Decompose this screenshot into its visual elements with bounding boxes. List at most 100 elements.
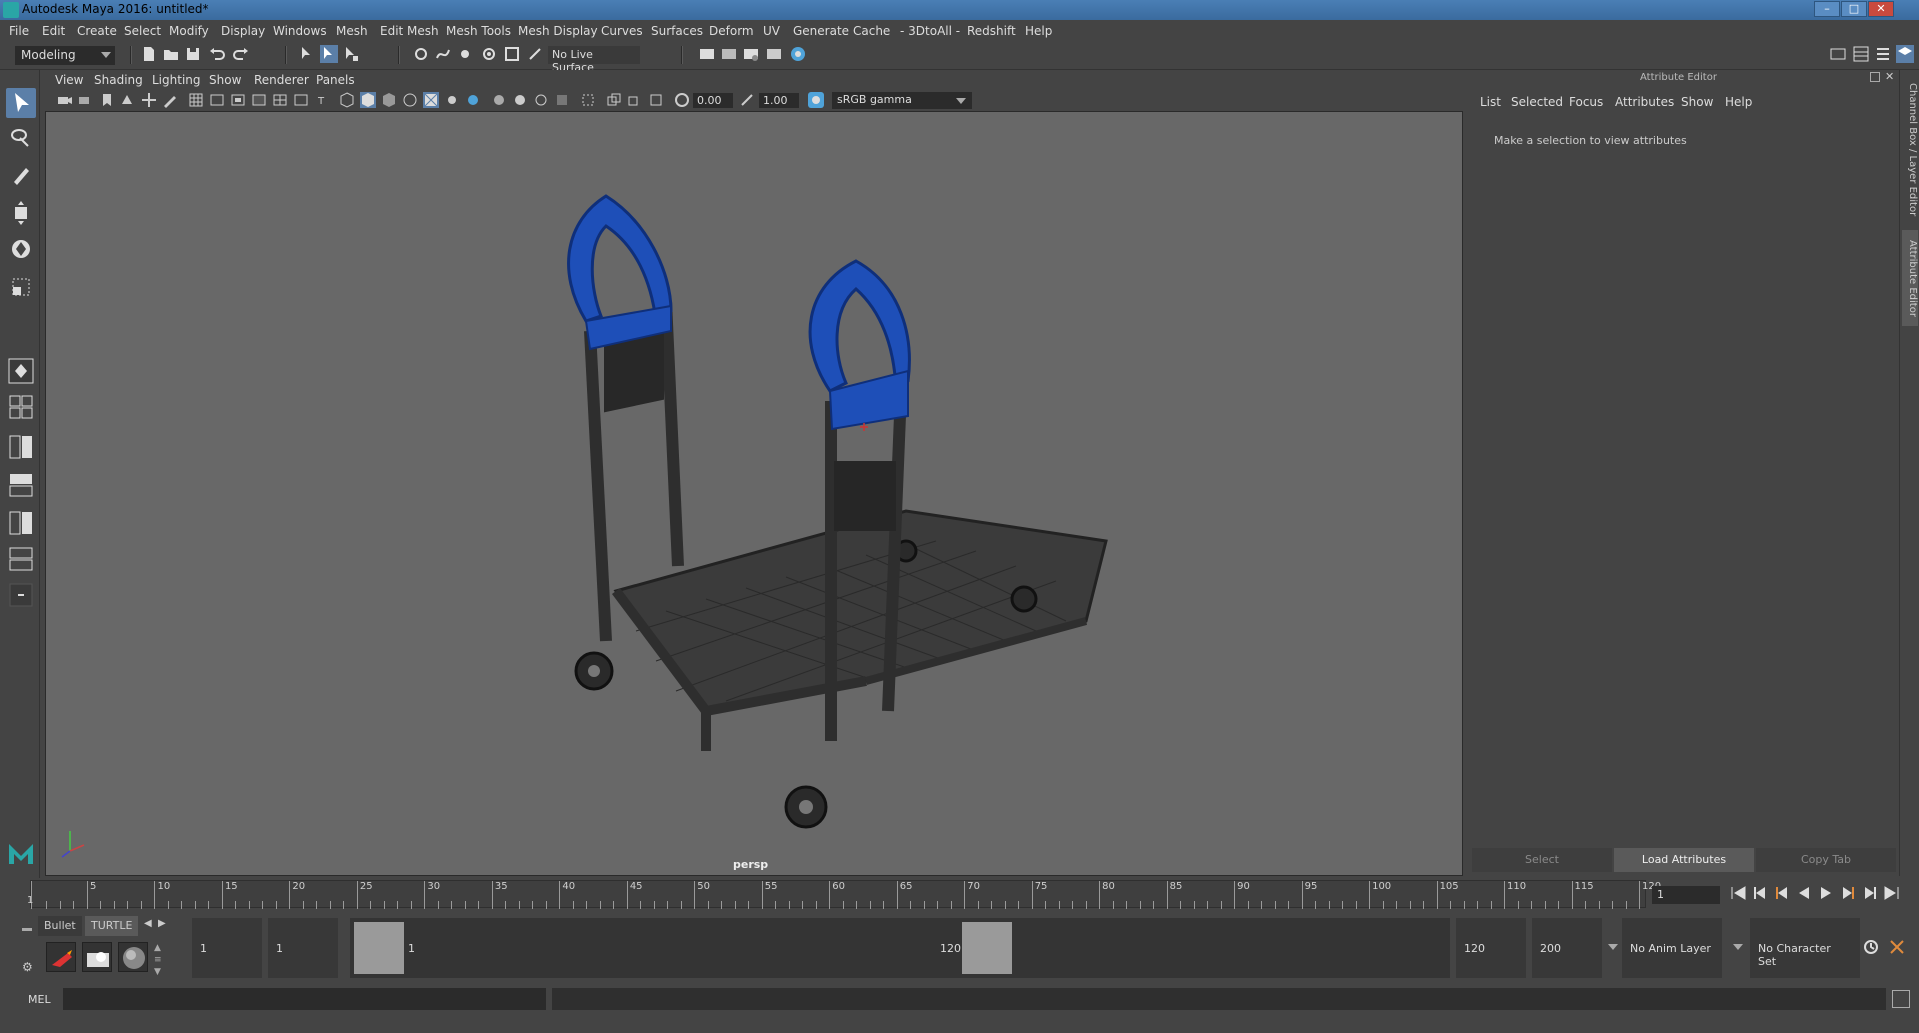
scale-tool-icon[interactable] [6,272,36,302]
gamma-field[interactable]: 1.00 [759,93,799,108]
auto-key-icon[interactable] [1862,938,1880,956]
mode-dropdown[interactable]: Modeling [15,46,115,65]
render-frame-icon[interactable] [698,45,716,63]
character-set-dropdown[interactable]: No Character Set [1750,918,1860,978]
snap-surface-icon[interactable] [503,45,521,63]
camera-attributes-icon[interactable] [78,92,94,108]
wireframe-on-shaded-icon[interactable] [402,92,418,108]
redo-icon[interactable] [232,45,250,63]
single-view-layout-icon[interactable] [6,356,36,386]
go-to-end-icon[interactable] [1883,884,1901,902]
render-view-icon[interactable] [789,45,807,63]
smooth-shade-icon[interactable] [360,92,376,108]
menu-display[interactable]: Display [221,24,265,38]
shelf-tab-turtle[interactable]: TURTLE [85,916,139,936]
menu-help[interactable]: Help [1025,24,1052,38]
shelf-tab-bullet[interactable]: Bullet [38,916,82,936]
open-scene-icon[interactable] [162,45,180,63]
resolution-gate-icon[interactable] [230,92,246,108]
select-object-icon[interactable] [320,45,338,63]
shelf-settings-icon[interactable]: ⚙ [22,960,33,974]
film-gate-icon[interactable] [209,92,225,108]
menu-mesh-display[interactable]: Mesh Display [518,24,598,38]
menu-surfaces[interactable]: Surfaces [651,24,703,38]
persp-outliner-layout-icon[interactable] [6,508,36,538]
image-plane-icon[interactable] [120,92,136,108]
vp-menu-shading[interactable]: Shading [94,73,143,87]
camera-select-icon[interactable] [57,92,73,108]
anim-layer-dropdown[interactable]: No Anim Layer [1622,918,1722,978]
menu-create[interactable]: Create [77,24,117,38]
xray-joints-icon[interactable] [627,92,643,108]
shelf-menu-icon[interactable] [22,928,32,931]
shadows-icon[interactable] [465,92,481,108]
menu-uv[interactable]: UV [763,24,780,38]
ae-menu-selected[interactable]: Selected [1511,95,1563,109]
safe-title-icon[interactable]: T [314,92,330,108]
ae-load-attributes-button[interactable]: Load Attributes [1614,848,1754,872]
gate-mask-icon[interactable] [251,92,267,108]
2d-pan-zoom-icon[interactable] [141,92,157,108]
menu-deform[interactable]: Deform [709,24,754,38]
anti-aliasing-icon[interactable] [533,92,549,108]
outliner-icon[interactable] [1874,45,1892,63]
toggle-panels-icon[interactable] [1852,45,1870,63]
lasso-tool-icon[interactable] [6,124,36,154]
use-lights-icon[interactable] [444,92,460,108]
vp-menu-view[interactable]: View [55,73,83,87]
color-space-dropdown[interactable]: sRGB gamma [832,92,972,109]
script-language-toggle[interactable]: MEL [28,993,51,1006]
workspace-icon[interactable] [1829,45,1847,63]
float-panel-icon[interactable] [1870,72,1880,82]
playback-start-field[interactable]: 1 [268,918,338,978]
xray-icon[interactable] [606,92,622,108]
ae-menu-help[interactable]: Help [1725,95,1752,109]
step-back-key-icon[interactable] [1773,884,1791,902]
step-forward-key-icon[interactable] [1839,884,1857,902]
menu-cache[interactable]: Cache [853,24,890,38]
snap-point-icon[interactable] [456,45,474,63]
tab-attribute-editor[interactable]: Attribute Editor [1902,230,1918,326]
outliner-persp-layout-icon[interactable] [6,544,36,574]
motion-blur-icon[interactable] [512,92,528,108]
menu-curves[interactable]: Curves [601,24,643,38]
close-panel-icon[interactable]: ✕ [1885,70,1894,83]
script-editor-icon[interactable] [1892,990,1910,1008]
gamma-icon[interactable] [739,92,755,108]
start-time-field[interactable]: 1 [192,918,262,978]
go-to-start-icon[interactable] [1729,884,1747,902]
select-tool-icon[interactable] [6,88,36,118]
step-forward-icon[interactable] [1861,884,1879,902]
step-back-icon[interactable] [1751,884,1769,902]
maximize-button[interactable]: □ [1841,1,1867,17]
menu-select[interactable]: Select [124,24,161,38]
grid-toggle-icon[interactable] [188,92,204,108]
render-shelf-icon[interactable] [82,942,112,972]
menu-file[interactable]: File [9,24,29,38]
close-button[interactable]: ✕ [1868,1,1894,17]
snap-grid-icon[interactable] [412,45,430,63]
textured-icon[interactable] [423,92,439,108]
wireframe-icon[interactable] [339,92,355,108]
tab-channel-box[interactable]: Channel Box / Layer Editor [1902,80,1918,220]
anim-preferences-icon[interactable] [1888,938,1906,956]
xray-components-icon[interactable] [648,92,664,108]
grease-pencil-icon[interactable] [162,92,178,108]
platform-cart-model[interactable] [46,71,1464,877]
ae-menu-list[interactable]: List [1480,95,1501,109]
live-surface-field[interactable]: No Live Surface [548,46,640,74]
sphere-shelf-icon[interactable] [118,942,148,972]
vp-menu-renderer[interactable]: Renderer [254,73,309,87]
save-scene-icon[interactable] [184,45,202,63]
menu-modify[interactable]: Modify [169,24,209,38]
ae-menu-attributes[interactable]: Attributes [1615,95,1674,109]
chevron-down-icon[interactable] [1608,944,1618,950]
exposure-icon[interactable] [674,92,690,108]
minimize-button[interactable]: – [1814,1,1840,17]
screen-space-ao-icon[interactable] [491,92,507,108]
menu-generate[interactable]: Generate [793,24,849,38]
ae-copy-tab-button[interactable]: Copy Tab [1756,848,1896,872]
menu-redshift[interactable]: Redshift [967,24,1016,38]
ae-select-button[interactable]: Select [1472,848,1612,872]
render-settings-icon[interactable] [742,45,760,63]
